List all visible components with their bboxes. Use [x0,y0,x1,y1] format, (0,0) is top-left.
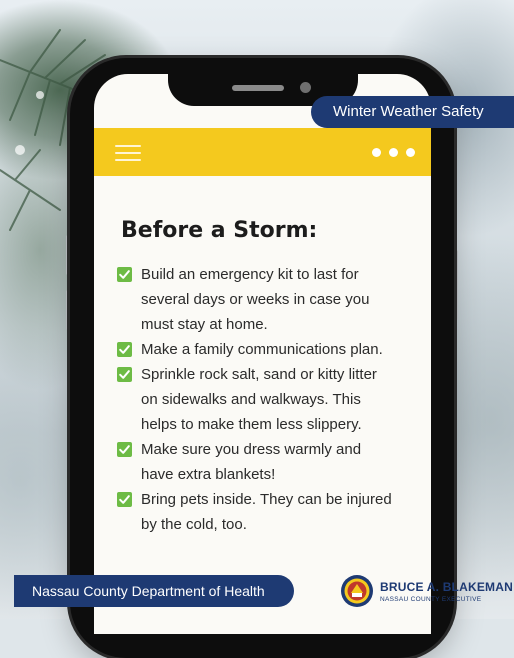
phone-power-button [454,250,458,320]
county-executive-title: NASSAU COUNTY EXECUTIVE [380,596,482,603]
checklist-item-text: have extra blankets! [141,466,276,483]
checklist-item: Bring pets inside. They can be injured by… [117,487,417,537]
checklist-item-text: Make sure you dress warmly and [141,441,362,458]
more-dots-icon[interactable] [372,148,416,158]
checkbox-checked-icon [117,442,132,457]
county-executive-name: BRUCE A. BLAKEMAN [380,580,513,594]
department-label: Nassau County Department of Health [14,575,294,607]
checklist-item-text: Make a family communications plan. [141,341,383,358]
checklist-item-text: several days or weeks in case you [141,291,370,308]
hamburger-menu-icon[interactable] [115,143,141,163]
checklist-item: Make a family communications plan. [117,337,417,362]
front-camera [300,82,311,93]
checklist-item-text: Build an emergency kit to last for [141,266,359,283]
page-title: Before a Storm: [121,218,318,243]
county-seal-icon [341,575,373,607]
checklist-item: Make sure you dress warmly and have extra… [117,437,417,487]
checklist-item: Sprinkle rock salt, sand or kitty litter… [117,362,417,437]
safety-checklist: Build an emergency kit to last for severa… [117,262,417,537]
checklist-item-text: Bring pets inside. They can be injured [141,491,392,508]
checklist-item-text: Sprinkle rock salt, sand or kitty litter [141,366,377,383]
checklist-item-text: on sidewalks and walkways. This [141,391,361,408]
checkbox-checked-icon [117,267,132,282]
speaker-grille [232,85,284,91]
checklist-item: Build an emergency kit to last for severa… [117,262,417,337]
checkbox-checked-icon [117,367,132,382]
winter-weather-safety-badge: Winter Weather Safety [311,96,514,128]
checklist-item-text: must stay at home. [141,316,268,333]
checkbox-checked-icon [117,492,132,507]
checkbox-checked-icon [117,342,132,357]
checklist-item-text: by the cold, too. [141,516,247,533]
checklist-item-text: helps to make them less slippery. [141,416,362,433]
